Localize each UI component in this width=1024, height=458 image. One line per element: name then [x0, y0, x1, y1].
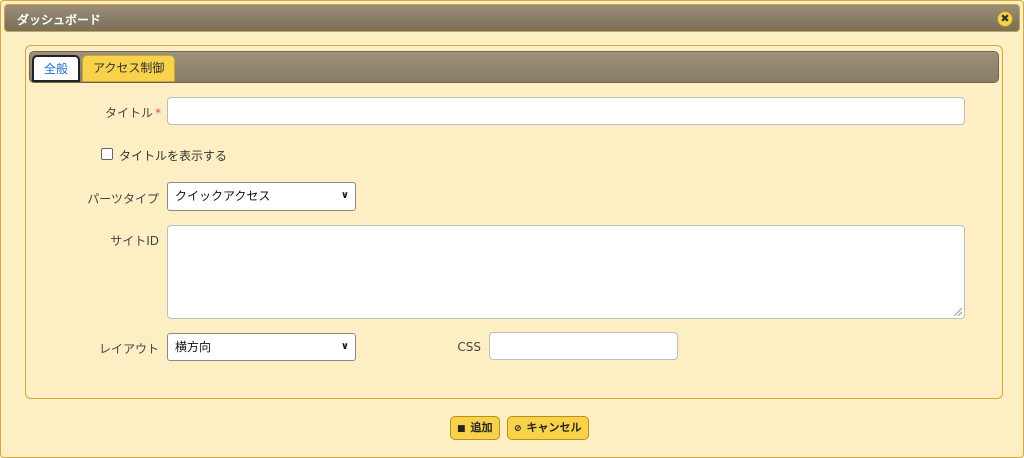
save-icon: ■: [457, 424, 466, 434]
show-title-label: タイトルを表示する: [119, 149, 228, 163]
close-icon[interactable]: ✖: [997, 11, 1013, 27]
cancel-button[interactable]: ⊘ キャンセル: [507, 416, 589, 440]
resize-handle-icon[interactable]: [954, 308, 962, 316]
dialog-title: ダッシュボード: [17, 13, 102, 27]
parts-type-value: クイックアクセス: [175, 189, 271, 203]
chevron-down-icon: ∨: [340, 190, 349, 201]
title-label-text: タイトル: [104, 106, 153, 120]
site-id-textarea[interactable]: [167, 225, 965, 319]
layout-value: 横方向: [175, 340, 212, 354]
site-id-label: サイトID: [110, 234, 159, 248]
add-button[interactable]: ■ 追加: [450, 416, 500, 440]
parts-type-select[interactable]: クイックアクセス ∨: [167, 182, 356, 211]
tab-bar: 全般 アクセス制御: [29, 51, 999, 83]
layout-select[interactable]: 横方向 ∨: [167, 333, 356, 361]
cancel-button-label: キャンセル: [526, 421, 582, 434]
title-field-label: タイトル *: [61, 104, 161, 121]
chevron-down-icon: ∨: [340, 341, 349, 352]
cancel-icon: ⊘: [514, 424, 522, 434]
tab-general[interactable]: 全般: [32, 55, 80, 82]
parts-type-label: パーツタイプ: [87, 192, 159, 206]
add-button-label: 追加: [470, 421, 493, 434]
css-label: CSS: [457, 340, 481, 354]
layout-label: レイアウト: [98, 342, 159, 356]
css-input[interactable]: [489, 332, 678, 360]
title-input[interactable]: [167, 97, 965, 125]
dialog-titlebar[interactable]: ダッシュボード ✖: [4, 4, 1020, 32]
tab-access-control[interactable]: アクセス制御: [82, 55, 176, 82]
dashboard-dialog: ダッシュボード ✖ 全般 アクセス制御 タイトル * タイトルを表示する パーツタ…: [0, 0, 1024, 458]
required-mark: *: [155, 106, 161, 120]
show-title-checkbox[interactable]: [101, 148, 113, 160]
